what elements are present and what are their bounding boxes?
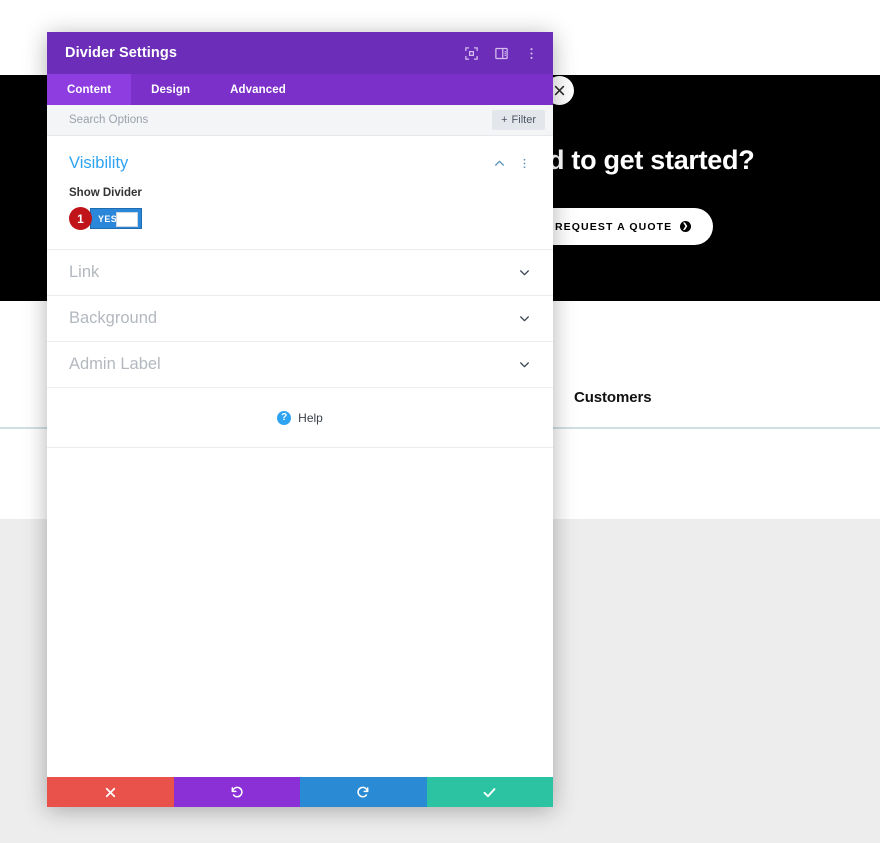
modal-title: Divider Settings	[65, 45, 177, 61]
save-button[interactable]	[426, 777, 553, 807]
show-divider-toggle-row: YES 1	[69, 207, 531, 230]
search-bar: + Filter	[47, 105, 553, 136]
help-row[interactable]: ? Help	[47, 388, 553, 448]
panel-layout-icon[interactable]	[493, 45, 509, 61]
show-divider-label: Show Divider	[69, 187, 142, 199]
tab-content[interactable]: Content	[47, 74, 132, 105]
filter-button[interactable]: + Filter	[492, 110, 545, 130]
help-label: Help	[298, 410, 323, 425]
chevron-down-icon[interactable]	[518, 358, 531, 371]
section-admin-label-title: Admin Label	[69, 355, 161, 373]
hero-heading: d to get started?	[548, 145, 755, 175]
chevron-down-icon[interactable]	[518, 312, 531, 325]
plus-icon: +	[501, 114, 508, 126]
modal-body: Visibility Show Divider YES 1 Link Backg…	[47, 136, 553, 777]
tab-advanced[interactable]: Advanced	[210, 74, 306, 105]
tab-design[interactable]: Design	[131, 74, 210, 105]
step-badge-1: 1	[69, 207, 92, 230]
section-link[interactable]: Link	[47, 250, 553, 296]
section-admin-label[interactable]: Admin Label	[47, 342, 553, 388]
cancel-button[interactable]	[47, 777, 174, 807]
section-visibility: Visibility Show Divider YES 1	[47, 136, 553, 250]
fullscreen-icon[interactable]	[463, 45, 479, 61]
check-icon	[483, 787, 496, 797]
request-quote-button[interactable]: REQUEST A QUOTE ❯	[529, 208, 714, 245]
undo-button[interactable]	[173, 777, 300, 807]
toggle-knob	[116, 212, 138, 227]
modal-header: Divider Settings	[47, 32, 553, 74]
section-visibility-tools	[493, 157, 531, 170]
chevron-up-icon[interactable]	[493, 157, 506, 170]
request-quote-label: REQUEST A QUOTE	[555, 220, 673, 233]
close-icon	[105, 787, 115, 797]
section-background[interactable]: Background	[47, 296, 553, 342]
section-visibility-title: Visibility	[69, 154, 129, 172]
help-icon: ?	[277, 410, 292, 425]
modal-footer	[47, 777, 553, 807]
section-more-vertical-icon[interactable]	[518, 157, 531, 170]
modal-tabs: Content Design Advanced	[47, 74, 553, 105]
modal-header-actions	[463, 45, 539, 61]
arrow-right-icon: ❯	[680, 221, 692, 232]
section-visibility-header[interactable]: Visibility	[69, 154, 531, 173]
redo-button[interactable]	[300, 777, 427, 807]
more-vertical-icon[interactable]	[523, 45, 539, 61]
customers-heading: Customers	[574, 389, 652, 406]
chevron-down-icon[interactable]	[518, 266, 531, 279]
screen: d to get started? REQUEST A QUOTE ❯ Cust…	[0, 0, 880, 843]
close-icon	[554, 85, 565, 96]
redo-icon	[357, 786, 369, 798]
filter-label: Filter	[511, 114, 536, 126]
section-background-title: Background	[69, 309, 158, 327]
toggle-value-label: YES	[98, 213, 118, 224]
show-divider-toggle[interactable]: YES	[90, 208, 142, 229]
undo-icon	[231, 786, 243, 798]
divider-settings-modal: Divider Settings Content Design Advanced…	[47, 32, 553, 807]
section-link-title: Link	[69, 263, 100, 281]
search-input[interactable]	[69, 114, 493, 126]
